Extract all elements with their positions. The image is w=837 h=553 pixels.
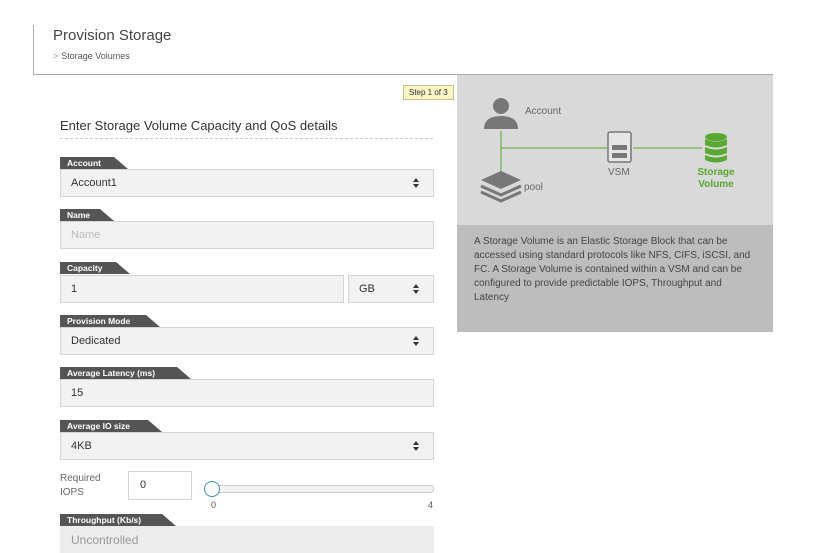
- account-select[interactable]: Account1: [60, 169, 434, 197]
- io-size-select[interactable]: 4KB: [60, 432, 434, 460]
- diagram-vsm-label: VSM: [608, 167, 630, 178]
- select-caret-icon: [413, 178, 420, 188]
- provision-mode-label: Provision Mode: [60, 315, 160, 327]
- server-icon: [607, 131, 632, 163]
- capacity-unit-select[interactable]: GB: [348, 275, 434, 303]
- breadcrumb-storage-volumes[interactable]: Storage Volumes: [61, 51, 130, 61]
- select-caret-icon: [413, 284, 420, 294]
- provision-mode-value: Dedicated: [71, 335, 121, 347]
- slider-handle[interactable]: [204, 481, 220, 497]
- info-description: A Storage Volume is an Elastic Storage B…: [474, 236, 751, 303]
- io-size-value: 4KB: [71, 440, 92, 452]
- capacity-unit-value: GB: [359, 283, 375, 295]
- database-icon: [705, 133, 727, 163]
- name-input[interactable]: Name: [60, 221, 434, 249]
- layers-icon: [480, 171, 522, 203]
- latency-label: Average Latency (ms): [60, 367, 191, 379]
- storage-diagram: Account pool VSM Storage Volume: [457, 75, 773, 225]
- account-label: Account: [60, 157, 128, 169]
- user-icon: [484, 98, 518, 129]
- latency-input[interactable]: 15: [60, 379, 434, 407]
- io-size-label: Average IO size: [60, 420, 162, 432]
- diagram-pool-label: pool: [524, 182, 543, 193]
- breadcrumb-separator: >: [53, 51, 59, 61]
- page-title: Provision Storage: [53, 27, 172, 44]
- iops-slider[interactable]: [204, 481, 434, 497]
- throughput-input: Uncontrolled: [60, 526, 434, 553]
- select-caret-icon: [413, 336, 420, 346]
- form-heading: Enter Storage Volume Capacity and QoS de…: [60, 118, 338, 133]
- select-caret-icon: [413, 441, 420, 451]
- provision-mode-select[interactable]: Dedicated: [60, 327, 434, 355]
- throughput-label: Throughput (Kb/s): [60, 514, 176, 526]
- step-badge: Step 1 of 3: [403, 85, 454, 100]
- breadcrumb: > Storage Volumes: [53, 51, 130, 61]
- diagram-storage-volume-label: Storage Volume: [697, 167, 735, 190]
- capacity-input[interactable]: 1: [60, 275, 344, 303]
- iops-input[interactable]: 0: [128, 471, 192, 500]
- form-heading-divider: [60, 138, 433, 139]
- iops-label: Required IOPS: [60, 473, 101, 498]
- slider-track[interactable]: [211, 485, 434, 493]
- diagram-account-label: Account: [525, 106, 562, 117]
- name-label: Name: [60, 209, 114, 221]
- account-select-value: Account1: [71, 177, 117, 189]
- slider-min-label: 0: [211, 500, 217, 510]
- page-header: Provision Storage > Storage Volumes: [33, 25, 457, 75]
- diagram-graphic: [480, 98, 727, 203]
- info-panel: A Storage Volume is an Elastic Storage B…: [457, 225, 773, 332]
- capacity-label: Capacity: [60, 262, 130, 274]
- slider-max-label: 4: [428, 500, 434, 510]
